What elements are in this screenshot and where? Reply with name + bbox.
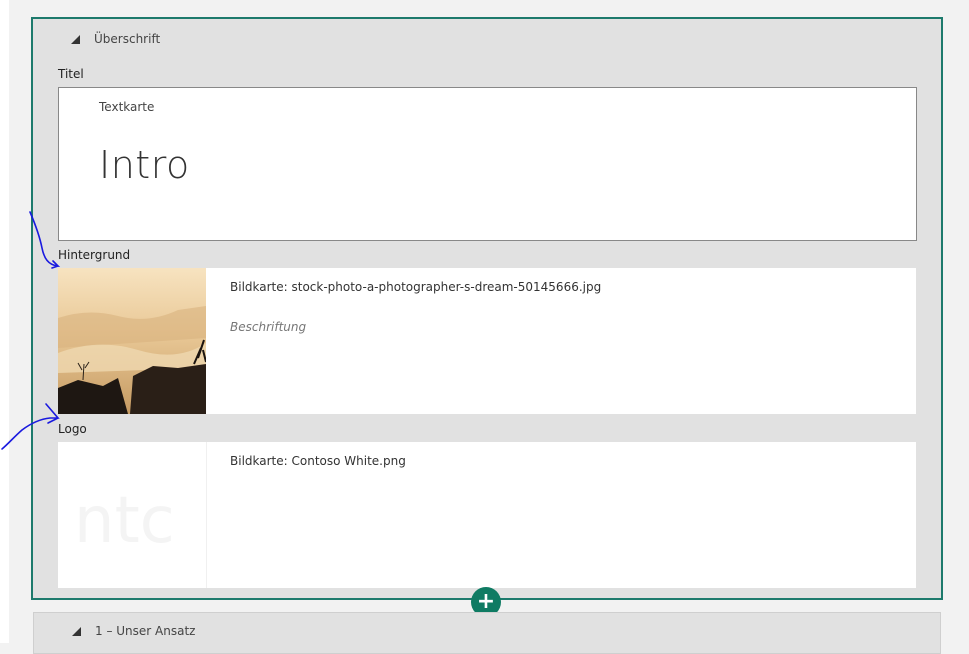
background-image-card[interactable]: Bildkarte: stock-photo-a-photographer-s-… — [58, 268, 916, 414]
collapse-triangle-icon[interactable] — [72, 626, 81, 636]
plus-icon: + — [476, 589, 496, 614]
logo-image-card[interactable]: ntc Bildkarte: Contoso White.png — [58, 442, 916, 588]
logo-watermark-text: ntc — [74, 484, 175, 558]
background-thumbnail — [58, 268, 206, 414]
text-card-kind: Textkarte — [99, 100, 155, 114]
section-ueberschrift[interactable]: Überschrift Titel Textkarte Intro Hinter… — [31, 17, 943, 600]
title-label: Titel — [58, 67, 84, 81]
collapse-triangle-icon[interactable] — [71, 34, 80, 44]
text-card[interactable]: Textkarte Intro — [58, 87, 917, 241]
section-header[interactable]: Überschrift — [71, 32, 160, 46]
left-margin — [0, 0, 9, 643]
section-header[interactable]: 1 – Unser Ansatz — [72, 624, 195, 638]
logo-label: Logo — [58, 422, 87, 436]
section-header-label: 1 – Unser Ansatz — [95, 624, 196, 638]
text-card-content: Intro — [99, 143, 190, 187]
background-card-caption: Bildkarte: stock-photo-a-photographer-s-… — [230, 280, 602, 294]
logo-card-caption: Bildkarte: Contoso White.png — [230, 454, 406, 468]
section-header-label: Überschrift — [94, 32, 161, 46]
background-card-subtitle[interactable]: Beschriftung — [230, 320, 306, 334]
section-unser-ansatz[interactable]: 1 – Unser Ansatz — [33, 612, 941, 654]
logo-thumbnail: ntc — [58, 442, 207, 588]
background-label: Hintergrund — [58, 248, 131, 262]
